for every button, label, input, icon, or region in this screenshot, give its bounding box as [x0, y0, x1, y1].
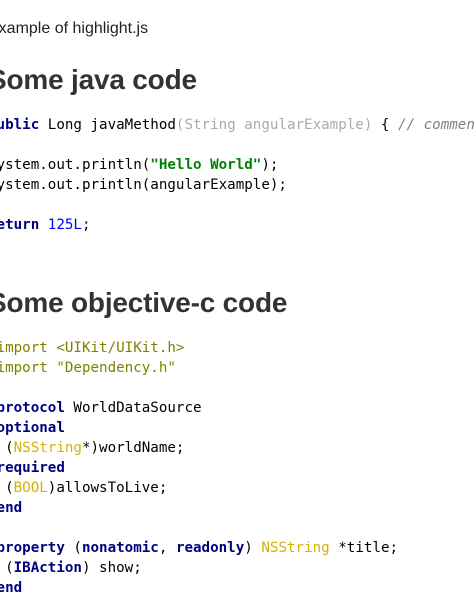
code-token: System.out.println( [0, 157, 151, 173]
code-line: System.out.println(angularExample); [0, 175, 474, 195]
code-token: readonly [175, 540, 245, 556]
code-token: public [0, 117, 40, 133]
code-token: *)worldName; [81, 440, 185, 456]
code-token: , [158, 540, 176, 556]
code-token: { [372, 117, 399, 133]
code-token: @optional [0, 420, 65, 436]
code-token: Long javaMethod [39, 117, 176, 133]
code-line: #import <UIKit/UIKit.h> [0, 338, 398, 358]
code-token: NSString [261, 540, 330, 556]
code-line: #import "Dependency.h" [0, 358, 398, 378]
code-line: - (BOOL)allowsToLive; [0, 478, 398, 498]
code-token: @protocol [0, 400, 65, 416]
code-line: @property (nonatomic, readonly) NSString… [0, 538, 398, 558]
code-token: BOOL [13, 480, 48, 496]
code-line: public Long javaMethod(String angularExa… [0, 115, 474, 135]
code-token: NSString [13, 440, 82, 456]
code-token: - ( [5, 560, 14, 576]
code-line: @protocol WorldDataSource [0, 398, 398, 418]
code-token: (String angularExample) [175, 117, 373, 133]
code-token: ); [261, 157, 279, 173]
code-token: ( [64, 540, 82, 556]
code-token: @end [0, 500, 23, 516]
code-token: 125L [47, 217, 82, 233]
code-line: return 125L; [0, 215, 474, 235]
code-token: ; [81, 217, 91, 233]
objc-heading: Some objective-c code [0, 287, 288, 318]
code-line: @end [0, 498, 398, 518]
code-token: - ( [5, 480, 14, 496]
code-line: @end [0, 578, 398, 598]
code-token: @property [0, 540, 65, 556]
objc-code-block: #import <UIKit/UIKit.h> #import "Dependen… [0, 338, 398, 598]
code-token: - ( [5, 440, 14, 456]
code-token: "Hello World" [150, 157, 262, 173]
code-line: @required [0, 458, 398, 478]
code-token: // comment [398, 117, 474, 133]
code-token: #import <UIKit/UIKit.h> [0, 340, 185, 356]
code-token: IBAction [13, 560, 82, 576]
code-token: nonatomic [81, 540, 159, 556]
code-token: System.out.println(angularExample); [0, 177, 287, 193]
code-token: WorldDataSource [64, 400, 202, 416]
code-line: - (NSString*)worldName; [0, 438, 398, 458]
java-heading: Some java code [0, 64, 197, 95]
code-token: *title; [329, 540, 399, 556]
code-token: @required [0, 460, 65, 476]
code-token: #import "Dependency.h" [0, 360, 176, 376]
code-token: @end [0, 580, 23, 596]
code-line: - (IBAction) show; [0, 558, 398, 578]
java-code-block: public Long javaMethod(String angularExa… [0, 115, 474, 235]
code-token: ) [244, 540, 262, 556]
code-line: System.out.println("Hello World"); [0, 155, 474, 175]
code-line: @optional [0, 418, 398, 438]
code-token: ) show; [81, 560, 142, 576]
code-token: return [0, 217, 40, 233]
page-subtitle: Example of highlight.js [0, 20, 149, 37]
code-token: )allowsToLive; [47, 480, 168, 496]
